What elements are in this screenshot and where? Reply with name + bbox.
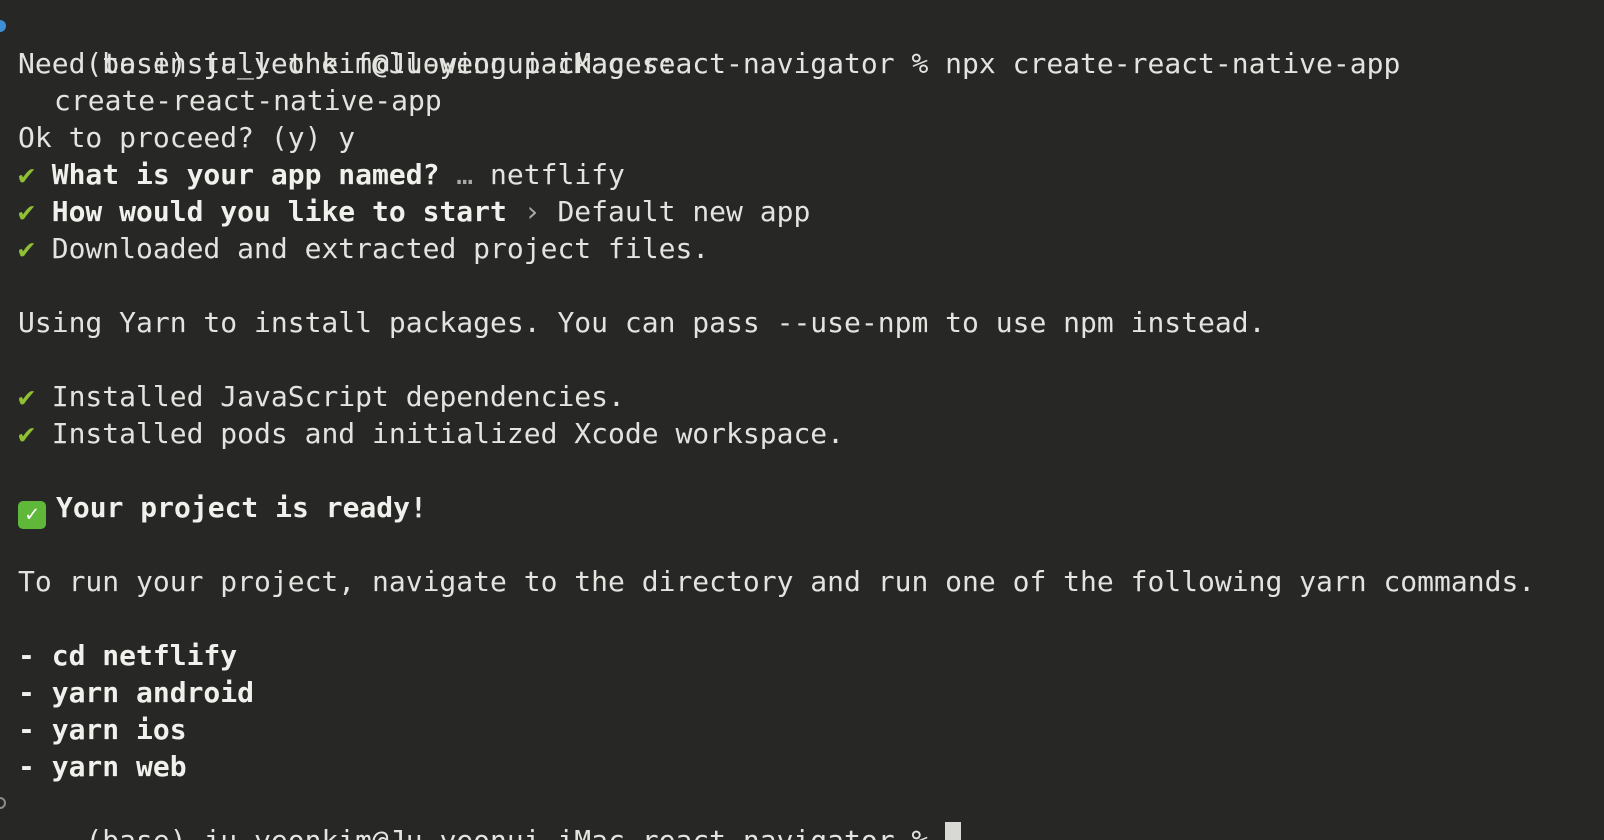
output-line: ✔ Installed JavaScript dependencies. <box>0 378 1604 415</box>
output-line: ✔ Downloaded and extracted project files… <box>0 230 1604 267</box>
installed-pods-text: Installed pods and initialized Xcode wor… <box>51 417 845 450</box>
command-cd: - cd netflify <box>18 639 238 672</box>
text-cursor[interactable] <box>945 822 962 840</box>
output-line: ✓ Your project is ready! <box>0 489 1604 529</box>
output-line: Ok to proceed? (y) y <box>0 119 1604 156</box>
active-prompt-line[interactable]: (base) ju_yeonkim@Ju-yeonui-iMac react-n… <box>0 785 1604 840</box>
command-list-item: - yarn ios <box>0 711 1604 748</box>
using-yarn-text: Using Yarn to install packages. You can … <box>18 306 1266 339</box>
green-check-box-icon: ✓ <box>18 501 46 529</box>
to-run-text: To run your project, navigate to the dir… <box>18 565 1536 598</box>
terminal-window[interactable]: (base) ju_yeonkim@Ju-yeonui-iMac react-n… <box>0 0 1604 840</box>
command-yarn-ios: - yarn ios <box>18 713 187 746</box>
output-line: To run your project, navigate to the dir… <box>0 563 1604 600</box>
final-prompt-text: (base) ju_yeonkim@Ju-yeonui-iMac react-n… <box>85 824 945 840</box>
prompt-status-marker-icon <box>0 20 6 32</box>
output-line: Need to install the following packages: <box>0 45 1604 82</box>
output-line: ✔ Installed pods and initialized Xcode w… <box>0 415 1604 452</box>
checkmark-icon: ✔ <box>18 195 35 228</box>
command-list-item: - cd netflify <box>0 637 1604 674</box>
ok-proceed-text: Ok to proceed? (y) y <box>18 121 356 154</box>
prompt-idle-marker-icon <box>0 797 6 809</box>
installed-js-text: Installed JavaScript dependencies. <box>51 380 625 413</box>
output-line: Using Yarn to install packages. You can … <box>0 304 1604 341</box>
output-line: ✔ What is your app named? … netflify <box>0 156 1604 193</box>
command-list-item: - yarn android <box>0 674 1604 711</box>
checkmark-icon: ✔ <box>18 417 35 450</box>
checkmark-icon: ✔ <box>18 158 35 191</box>
output-line: create-react-native-app <box>0 82 1604 119</box>
command-list-item: - yarn web <box>0 748 1604 785</box>
downloaded-text: Downloaded and extracted project files. <box>51 232 710 265</box>
question-app-name: What is your app named? <box>51 158 440 191</box>
answer-start: Default new app <box>557 195 811 228</box>
chevron-separator: › <box>506 195 558 228</box>
question-start: How would you like to start <box>51 195 507 228</box>
command-yarn-android: - yarn android <box>18 676 255 709</box>
command-yarn-web: - yarn web <box>18 750 187 783</box>
checkmark-icon: ✔ <box>18 380 35 413</box>
output-line: ✔ How would you like to start › Default … <box>0 193 1604 230</box>
project-ready-text: Your project is ready! <box>56 491 427 524</box>
command-line: (base) ju_yeonkim@Ju-yeonui-iMac react-n… <box>0 8 1604 80</box>
package-name-text: create-react-native-app <box>54 84 442 117</box>
answer-app-name: netflify <box>490 158 625 191</box>
checkmark-icon: ✔ <box>18 232 35 265</box>
need-install-text: Need to install the following packages: <box>18 47 676 80</box>
ellipsis-separator: … <box>439 158 491 191</box>
